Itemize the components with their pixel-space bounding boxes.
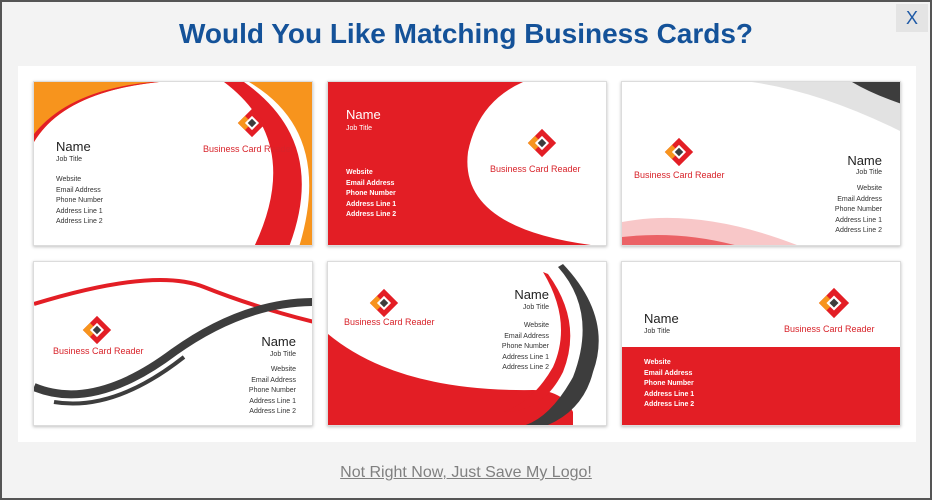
business-card-option-2[interactable]: Business Card Reader Name Job Title Webs… [327,81,607,246]
card-name: Name [56,139,91,154]
card-contact-lines: Website Email Address Phone Number Addre… [346,168,396,221]
card-name: Name [261,334,296,349]
card-brand-text: Business Card Reader [203,144,294,154]
card-email: Email Address [346,179,395,187]
card-name: Name [644,311,679,326]
card-brand-text: Business Card Reader [53,346,144,356]
skip-link[interactable]: Not Right Now, Just Save My Logo! [2,464,930,482]
card-job-title: Job Title [644,328,671,335]
card-email: Email Address [644,369,693,377]
card-5-background [328,264,599,425]
business-card-option-4[interactable]: Business Card Reader Name Job Title Webs… [33,261,313,426]
card-brand-text: Business Card Reader [634,170,725,180]
card-email: Email Address [504,332,549,340]
card-phone: Phone Number [248,387,296,394]
card-website: Website [856,185,882,192]
card-contact-lines: Website Email Address Phone Number Addre… [644,358,694,411]
card-address-1: Address Line 1 [502,353,549,361]
card-website: Website [346,169,373,176]
business-card-option-5[interactable]: Business Card Reader Name Job Title Webs… [327,261,607,426]
cards-panel: Business Card Reader Name Job Title Webs… [18,66,916,442]
card-contact-lines: Website Email Address Phone Number Addre… [502,321,549,374]
card-name: Name [847,153,882,168]
modal-title: Would You Like Matching Business Cards? [178,18,754,49]
card-website: Website [270,366,296,373]
card-job-title: Job Title [522,304,549,311]
card-address-1: Address Line 1 [249,397,296,405]
card-email: Email Address [837,195,882,203]
card-phone: Phone Number [501,343,549,350]
card-address-1: Address Line 1 [835,216,882,224]
card-address-2: Address Line 2 [56,218,103,225]
card-job-title: Job Title [269,351,296,358]
business-card-option-3[interactable]: Business Card Reader Name Job Title Webs… [621,81,901,246]
card-address-1: Address Line 1 [56,207,103,215]
card-email: Email Address [251,376,296,384]
card-phone: Phone Number [346,190,396,197]
card-address-2: Address Line 2 [644,401,695,408]
red-orange-diamond-logo-icon [82,315,112,345]
red-orange-diamond-logo-icon [527,128,557,158]
card-job-title: Job Title [56,156,83,163]
card-contact-lines: Website Email Address Phone Number Addre… [56,175,103,228]
card-contact-lines: Website Email Address Phone Number Addre… [835,184,882,237]
red-orange-diamond-logo-icon [237,108,267,138]
red-orange-diamond-logo-icon [369,288,399,318]
card-brand-text: Business Card Reader [784,324,875,334]
card-email: Email Address [56,186,101,194]
card-brand-text: Business Card Reader [490,164,581,174]
card-job-title: Job Title [346,125,373,132]
business-card-option-1[interactable]: Business Card Reader Name Job Title Webs… [33,81,313,246]
card-address-2: Address Line 2 [835,227,882,234]
card-address-2: Address Line 2 [502,364,549,371]
business-card-option-6[interactable]: Business Card Reader Name Job Title Webs… [621,261,901,426]
card-address-2: Address Line 2 [346,211,397,218]
card-website: Website [523,322,549,329]
card-address-2: Address Line 2 [249,408,296,415]
card-name: Name [346,107,381,122]
card-website: Website [644,359,671,366]
card-brand-text: Business Card Reader [344,317,435,327]
card-contact-lines: Website Email Address Phone Number Addre… [249,365,296,418]
card-phone: Phone Number [56,197,104,204]
card-job-title: Job Title [855,169,882,176]
red-orange-diamond-logo-icon [664,137,694,167]
card-phone: Phone Number [644,380,694,387]
red-orange-diamond-logo-icon [818,287,850,319]
card-address-1: Address Line 1 [346,200,397,208]
card-phone: Phone Number [834,206,882,213]
business-cards-modal: X Would You Like Matching Business Cards… [0,0,932,500]
card-website: Website [56,176,82,183]
card-address-1: Address Line 1 [644,390,695,398]
card-name: Name [514,287,549,302]
